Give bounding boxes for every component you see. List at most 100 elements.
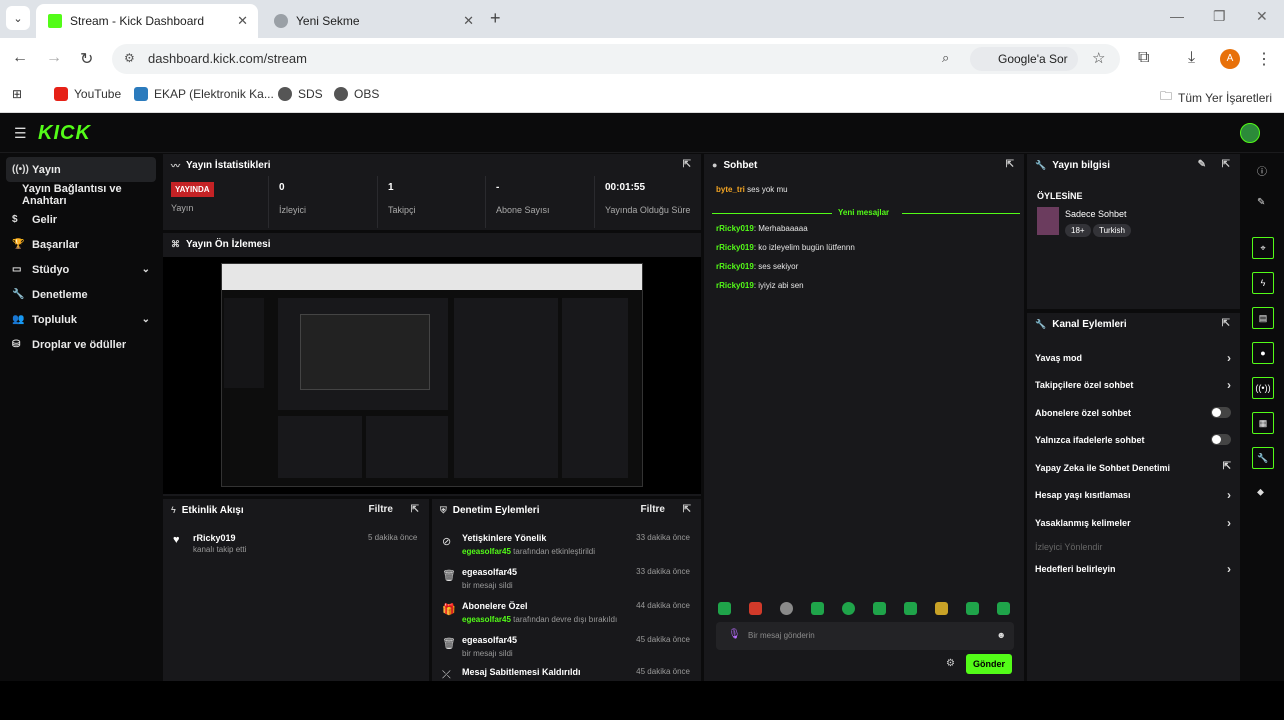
emote-button[interactable] (997, 602, 1010, 615)
close-window-button[interactable]: ✕ (1256, 8, 1268, 25)
popout-icon[interactable]: ⇱ (683, 159, 691, 170)
video-player[interactable] (163, 257, 701, 494)
tab-new-tab[interactable]: Yeni Sekme ✕ (262, 4, 484, 38)
toggle-switch[interactable] (1211, 407, 1231, 418)
popout-icon[interactable]: ⇱ (1006, 159, 1014, 170)
sidebar-item-drops[interactable]: ⛁ Droplar ve ödüller (6, 332, 156, 357)
bookmark-obs[interactable]: OBS (334, 87, 379, 101)
ask-google-button[interactable]: Google'a Sor (970, 47, 1078, 71)
tab-strip: ⌄ Stream - Kick Dashboard ✕ Yeni Sekme ✕… (0, 0, 1284, 38)
shapes-icon[interactable]: ⬥ (1257, 487, 1264, 498)
emote-button[interactable] (780, 602, 793, 615)
action-banned-words[interactable]: Yasaklanmış kelimeler › (1035, 516, 1231, 530)
sidebar-item-achievements[interactable]: 🏆 Başarılar (6, 232, 156, 257)
toggle-switch[interactable] (1211, 434, 1231, 445)
kick-dashboard: ☰ KICK ((•)) Yayın Yayın Bağlantısı ve An… (0, 113, 1284, 681)
filter-button[interactable]: Filtre (641, 504, 665, 515)
bookmark-ekap[interactable]: EKAP (Elektronik Ka... (134, 87, 274, 101)
forward-button[interactable]: → (46, 49, 62, 67)
divider (377, 176, 378, 228)
user-avatar[interactable] (1240, 123, 1260, 143)
stream-stats-widget-button[interactable]: ⌖ (1252, 237, 1274, 259)
profile-avatar[interactable]: A (1220, 49, 1240, 69)
close-tab-icon[interactable]: ✕ (237, 13, 248, 29)
external-link-icon: ⇱ (1222, 461, 1231, 472)
bookmark-youtube[interactable]: YouTube (54, 87, 121, 101)
bookmarks-bar: ⊞ YouTube EKAP (Elektronik Ka... SDS OBS… (0, 80, 1284, 113)
site-info-icon[interactable]: ⚙ (124, 51, 135, 65)
bookmark-label: SDS (298, 87, 323, 101)
emote-button[interactable] (718, 602, 731, 615)
emoji-icon[interactable]: ☻ (997, 630, 1006, 640)
chat-input[interactable]: 🎙 Bir mesaj gönderin ☻ (716, 622, 1014, 650)
emote-button[interactable] (749, 602, 762, 615)
action-account-age[interactable]: Hesap yaşı kısıtlaması › (1035, 488, 1231, 502)
tab-search-button[interactable]: ⌄ (6, 6, 30, 30)
emote-button[interactable] (904, 602, 917, 615)
popout-icon[interactable]: ⇱ (1222, 159, 1230, 170)
send-button[interactable]: Gönder (966, 654, 1012, 674)
chat-settings-icon[interactable]: ⚙ (946, 658, 955, 669)
chat-text: ko izleyelim bugün lütfennn (758, 243, 855, 252)
kick-logo[interactable]: KICK (38, 122, 91, 145)
bookmark-sds[interactable]: SDS (278, 87, 323, 101)
action-followers-only[interactable]: Takipçilere özel sohbet › (1035, 378, 1231, 392)
trophy-icon: 🏆 (12, 239, 25, 250)
popout-icon[interactable]: ⇱ (683, 504, 691, 515)
action-set-goals[interactable]: Hedefleri belirleyin › (1035, 562, 1231, 576)
all-bookmarks[interactable]: 🗀 Tüm Yer İşaretleri (1160, 87, 1272, 108)
reload-button[interactable]: ↻ (80, 49, 93, 69)
emote-button[interactable] (873, 602, 886, 615)
moderation-widget-button[interactable]: ▦ (1252, 412, 1274, 434)
chat-widget-button[interactable]: ● (1252, 342, 1274, 364)
emote-button[interactable] (966, 602, 979, 615)
chat-username[interactable]: rRicky019 (716, 224, 754, 233)
emote-button[interactable] (935, 602, 948, 615)
tab-kick-dashboard[interactable]: Stream - Kick Dashboard ✕ (36, 4, 258, 38)
broadcast-widget-button[interactable]: ((•)) (1252, 377, 1274, 399)
close-tab-icon[interactable]: ✕ (463, 13, 474, 29)
action-label: Abonelere özel sohbet (1035, 408, 1132, 418)
back-button[interactable]: ← (12, 49, 28, 67)
sidebar-item-revenue[interactable]: $ Gelir (6, 207, 156, 232)
action-ai-moderation[interactable]: Yapay Zeka ile Sohbet Denetimi ⇱ (1035, 461, 1231, 473)
hamburger-menu-icon[interactable]: ☰ (14, 125, 27, 142)
filter-button[interactable]: Filtre (369, 504, 393, 515)
popout-icon[interactable]: ⇱ (411, 504, 419, 515)
microphone-icon[interactable]: 🎙 (728, 629, 741, 640)
bookmark-label: YouTube (74, 87, 122, 101)
new-tab-button[interactable]: + (490, 8, 501, 29)
info-widget-button[interactable]: ▤ (1252, 307, 1274, 329)
chat-username[interactable]: rRicky019 (716, 243, 754, 252)
extensions-icon[interactable]: ⧉ (1138, 49, 1149, 67)
chat-username[interactable]: rRicky019 (716, 281, 754, 290)
sidebar-item-studio[interactable]: ▭ Stüdyo ⌄ (6, 257, 156, 282)
address-bar[interactable]: ⚙ dashboard.kick.com/stream ⌕ Google'a S… (112, 44, 1120, 74)
sidebar-item-stream-key[interactable]: Yayın Bağlantısı ve Anahtarı (6, 182, 156, 207)
activity-widget-button[interactable]: ϟ (1252, 272, 1274, 294)
emote-button[interactable] (842, 602, 855, 615)
search-icon[interactable]: ⌕ (942, 50, 949, 66)
edit-icon[interactable]: ✎ (1198, 159, 1206, 170)
wrench-widget-button[interactable]: 🔧 (1252, 447, 1274, 469)
sidebar-item-stream[interactable]: ((•)) Yayın (6, 157, 156, 182)
sidebar-item-community[interactable]: 👥 Topluluk ⌄ (6, 307, 156, 332)
apps-icon[interactable]: ⊞ (12, 87, 22, 101)
star-icon[interactable]: ☆ (1092, 49, 1105, 67)
chat-message: rRicky019: Merhabaaaaa (716, 224, 808, 233)
minimize-button[interactable]: — (1170, 8, 1184, 24)
emote-button[interactable] (811, 602, 824, 615)
chat-username[interactable]: rRicky019 (716, 262, 754, 271)
popout-icon[interactable]: ⇱ (1222, 318, 1230, 329)
panel-title: Etkinlik Akışı (181, 504, 244, 516)
preview-content (222, 290, 642, 486)
sidebar-item-moderation[interactable]: 🔧 Denetleme (6, 282, 156, 307)
menu-icon[interactable]: ⋮ (1256, 49, 1272, 69)
info-icon[interactable]: ⓘ (1257, 163, 1267, 178)
chat-username[interactable]: byte_tri (716, 185, 745, 194)
panel-header: ⌘ Yayın Ön İzlemesi (163, 233, 701, 255)
maximize-button[interactable]: ❐ (1213, 8, 1226, 25)
action-slow-mode[interactable]: Yavaş mod › (1035, 351, 1231, 365)
download-icon[interactable]: ⤓ (1188, 49, 1195, 67)
pencil-icon[interactable]: ✎ (1257, 197, 1265, 208)
